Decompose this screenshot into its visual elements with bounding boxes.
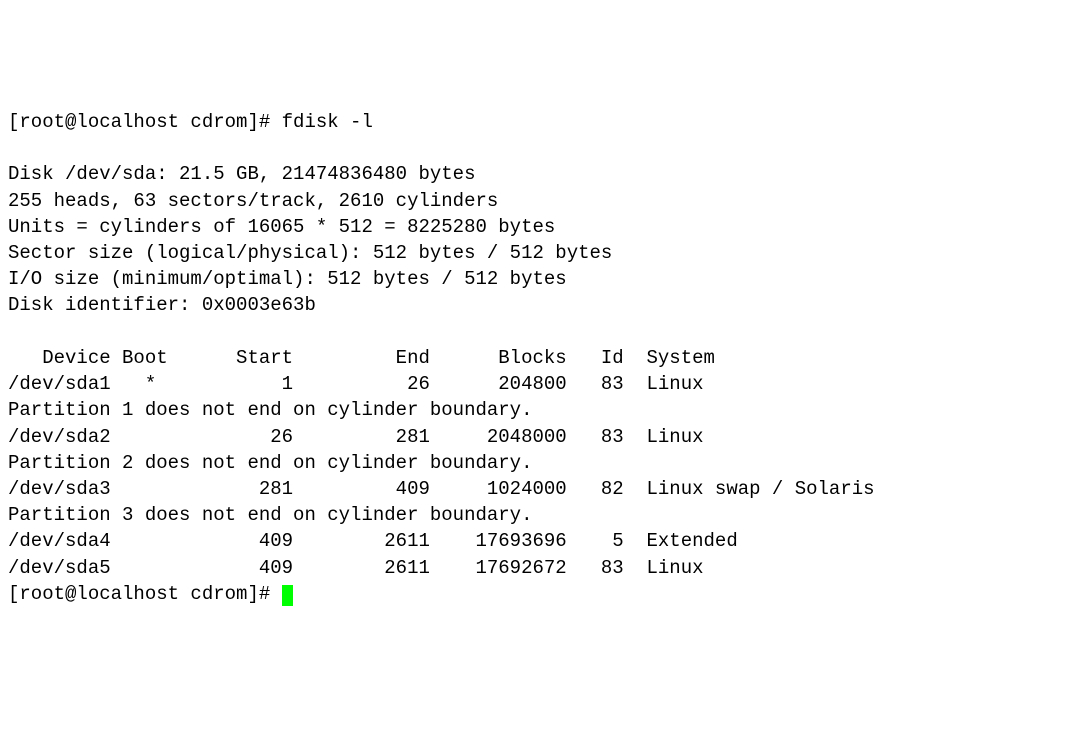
- partition-row: /dev/sda3 281 409 1024000 82 Linux swap …: [8, 478, 875, 500]
- partition-warning: Partition 2 does not end on cylinder bou…: [8, 452, 533, 474]
- disk-line: Disk /dev/sda: 21.5 GB, 21474836480 byte…: [8, 163, 475, 185]
- partition-warning: Partition 3 does not end on cylinder bou…: [8, 504, 533, 526]
- io-size-line: I/O size (minimum/optimal): 512 bytes / …: [8, 268, 567, 290]
- partition-table-header: Device Boot Start End Blocks Id System: [8, 347, 715, 369]
- partition-warning: Partition 1 does not end on cylinder bou…: [8, 399, 533, 421]
- units-line: Units = cylinders of 16065 * 512 = 82252…: [8, 216, 555, 238]
- shell-prompt-line: [root@localhost cdrom]# fdisk -l: [8, 111, 373, 133]
- partition-row: /dev/sda2 26 281 2048000 83 Linux: [8, 426, 704, 448]
- disk-identifier-line: Disk identifier: 0x0003e63b: [8, 294, 316, 316]
- terminal-output: [root@localhost cdrom]# fdisk -l Disk /d…: [8, 109, 1084, 607]
- shell-prompt[interactable]: [root@localhost cdrom]#: [8, 583, 282, 605]
- partition-row: /dev/sda5 409 2611 17692672 83 Linux: [8, 557, 704, 579]
- geometry-line: 255 heads, 63 sectors/track, 2610 cylind…: [8, 190, 498, 212]
- sector-size-line: Sector size (logical/physical): 512 byte…: [8, 242, 612, 264]
- cursor-icon: [282, 585, 293, 606]
- partition-row: /dev/sda4 409 2611 17693696 5 Extended: [8, 530, 738, 552]
- partition-row: /dev/sda1 * 1 26 204800 83 Linux: [8, 373, 704, 395]
